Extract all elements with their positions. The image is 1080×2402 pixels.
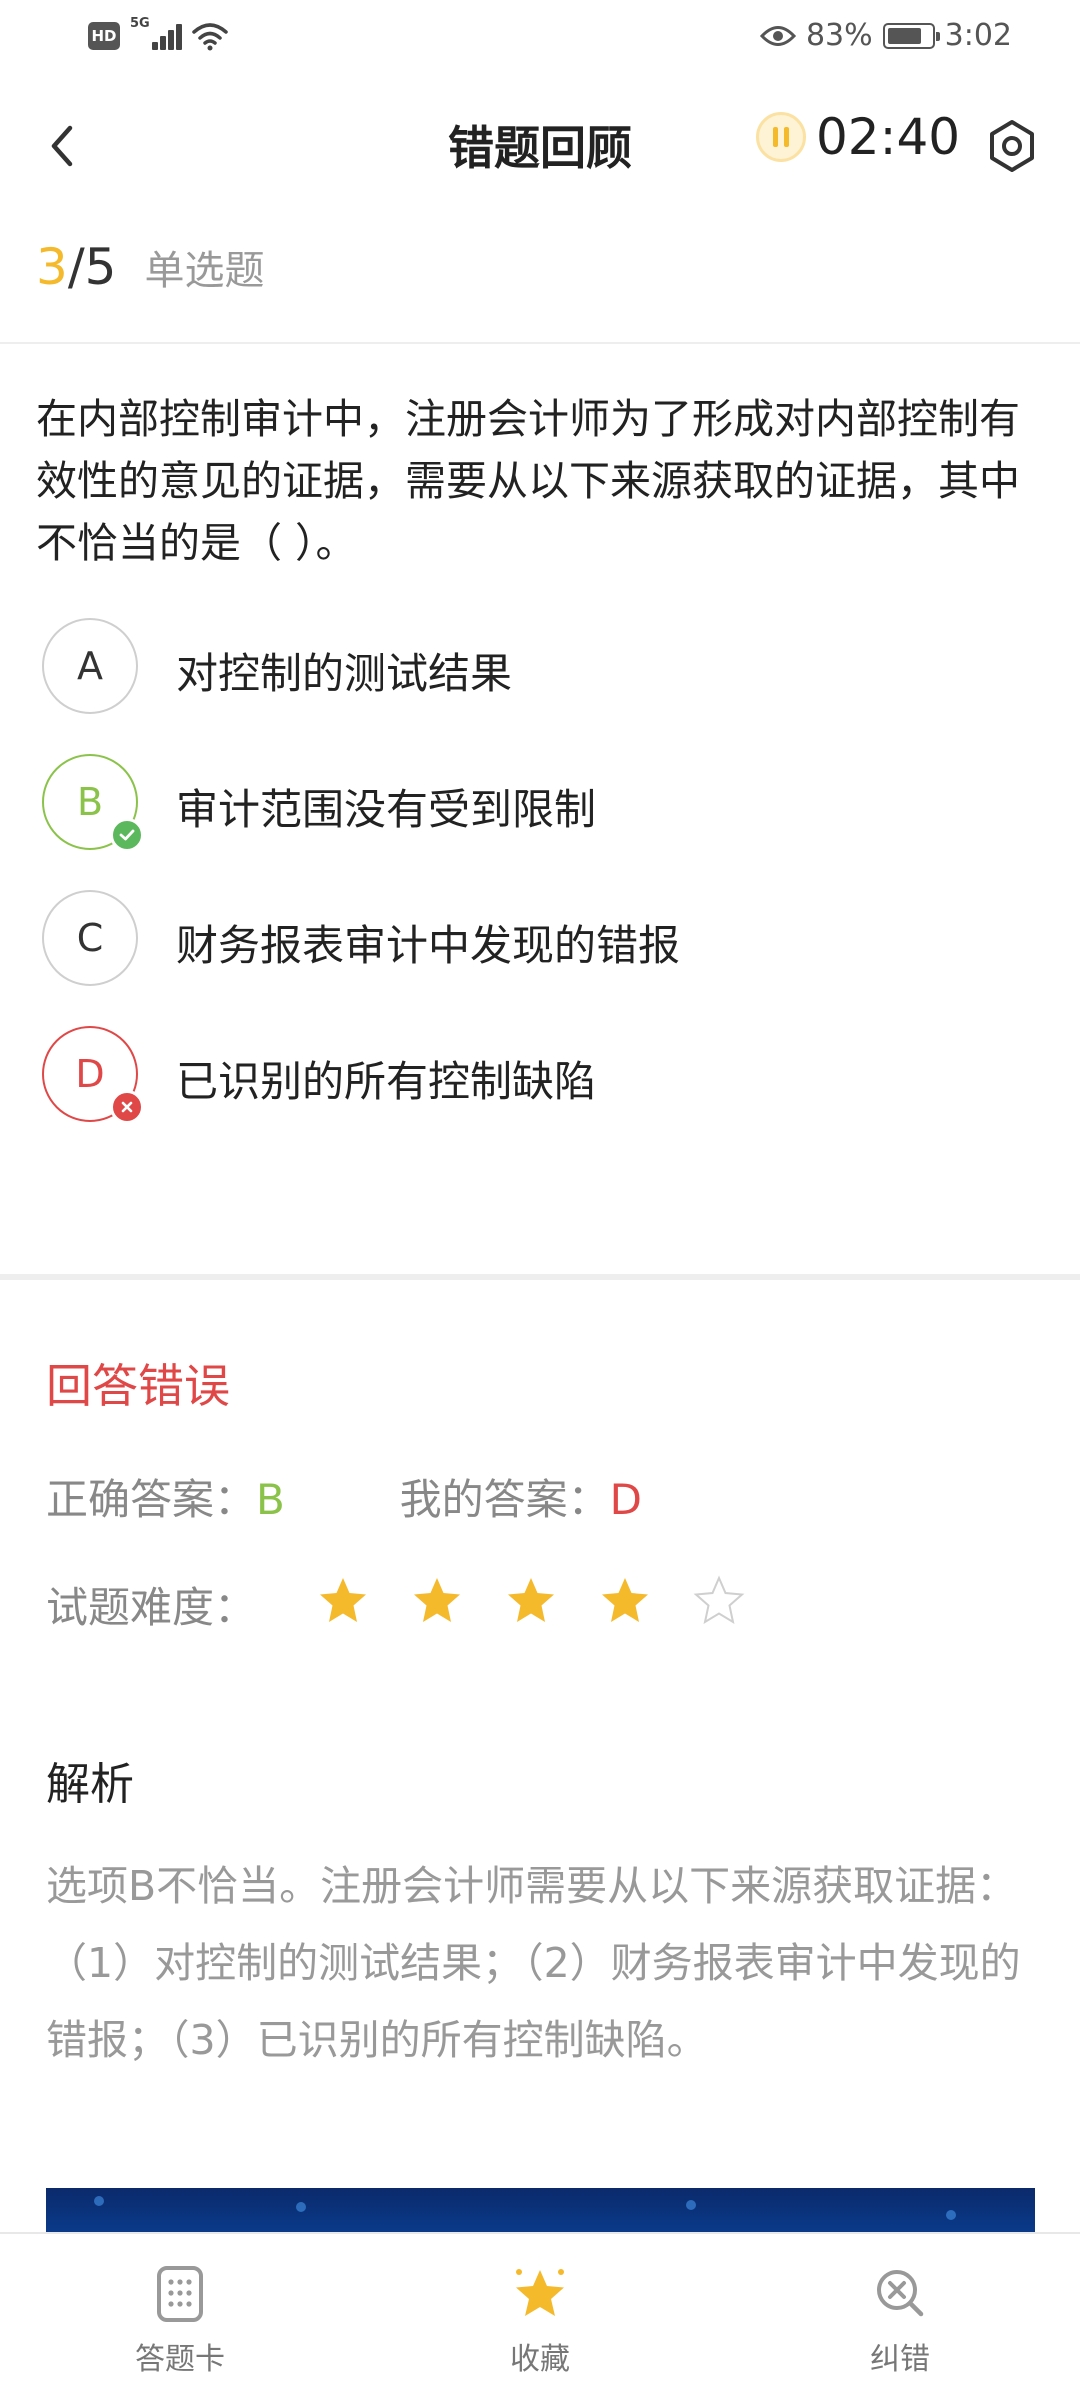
network-type-label: 5G	[130, 16, 150, 31]
total-questions: /5	[67, 238, 117, 296]
bottom-tab-bar: 答题卡 收藏 纠错	[0, 2232, 1080, 2402]
option-text: 已识别的所有控制缺陷	[176, 1057, 597, 1106]
check-icon	[110, 818, 144, 852]
pause-icon[interactable]	[756, 112, 806, 162]
star-filled-icon	[602, 1578, 648, 1622]
difficulty-stars	[316, 1574, 746, 1628]
signal-icon: 5G	[130, 16, 182, 52]
star-filled-icon	[508, 1578, 554, 1622]
option-letter-circle: B	[42, 754, 144, 852]
status-left: HD 5G	[88, 16, 230, 52]
my-answer-value: D	[609, 1475, 642, 1524]
answer-row: 正确答案：B 我的答案：D	[46, 1466, 642, 1527]
option-letter: A	[77, 644, 103, 688]
timer: 02:40	[756, 108, 960, 166]
star-filled-icon	[320, 1578, 366, 1622]
difficulty-label: 试题难度：	[46, 1583, 257, 1632]
option-letter-circle: A	[42, 618, 138, 714]
correct-answer-value: B	[256, 1475, 285, 1524]
option-letter: D	[75, 1052, 105, 1096]
option-text: 对控制的测试结果	[176, 649, 513, 698]
hd-badge: HD	[88, 22, 120, 50]
star-empty-icon	[693, 1575, 745, 1625]
error-search-icon	[877, 2270, 924, 2317]
settings-icon[interactable]	[984, 118, 1040, 174]
status-right: 83% 3:02	[759, 18, 1012, 53]
option-letter-circle: D	[42, 1026, 144, 1124]
clock: 3:02	[944, 18, 1012, 53]
tab-label: 收藏	[510, 2342, 570, 2377]
battery-icon	[882, 22, 940, 49]
correct-answer-label: 正确答案：	[46, 1475, 257, 1524]
battery-percent: 83%	[805, 18, 873, 53]
tab-label: 答题卡	[135, 2342, 225, 2377]
option-b[interactable]: B 审计范围没有受到限制	[42, 754, 1022, 854]
app-header: 错题回顾 02:40	[0, 78, 1080, 210]
wifi-icon	[192, 23, 228, 51]
option-a[interactable]: A 对控制的测试结果	[42, 618, 1022, 718]
tab-label: 纠错	[870, 2342, 930, 2377]
section-divider	[0, 1274, 1080, 1280]
timer-text: 02:40	[816, 108, 961, 166]
result-title: 回答错误	[46, 1359, 230, 1413]
my-answer-label: 我的答案：	[399, 1475, 610, 1524]
star-filled-icon	[414, 1578, 460, 1622]
star-icon	[516, 2269, 564, 2316]
divider	[0, 342, 1080, 344]
option-text: 财务报表审计中发现的错报	[176, 921, 681, 970]
tab-favorite[interactable]: 收藏	[440, 2262, 640, 2378]
status-bar: HD 5G 83% 3:02	[0, 0, 1080, 78]
question-type: 单选题	[144, 248, 265, 294]
analysis-text: 选项B不恰当。注册会计师需要从以下来源获取证据：（1）对控制的测试结果；（2）财…	[46, 1862, 1021, 2064]
option-letter-circle: C	[42, 890, 138, 986]
option-letter: C	[76, 916, 104, 960]
option-letter: B	[76, 780, 104, 824]
answer-card-icon	[157, 2266, 203, 2322]
question-text: 在内部控制审计中，注册会计师为了形成对内部控制有效性的意见的证据，需要从以下来源…	[36, 395, 1020, 567]
cross-icon	[110, 1090, 144, 1124]
option-c[interactable]: C 财务报表审计中发现的错报	[42, 890, 1022, 990]
ad-banner-image[interactable]	[46, 2188, 1035, 2232]
tab-report-error[interactable]: 纠错	[800, 2262, 1000, 2378]
current-question-number: 3	[36, 238, 68, 296]
option-text: 审计范围没有受到限制	[176, 785, 597, 834]
option-d[interactable]: D 已识别的所有控制缺陷	[42, 1026, 1022, 1126]
analysis-title: 解析	[46, 1759, 134, 1810]
tab-answer-card[interactable]: 答题卡	[80, 2262, 280, 2378]
eye-icon	[759, 25, 796, 46]
question-progress: 3 /5 单选题	[36, 238, 264, 296]
